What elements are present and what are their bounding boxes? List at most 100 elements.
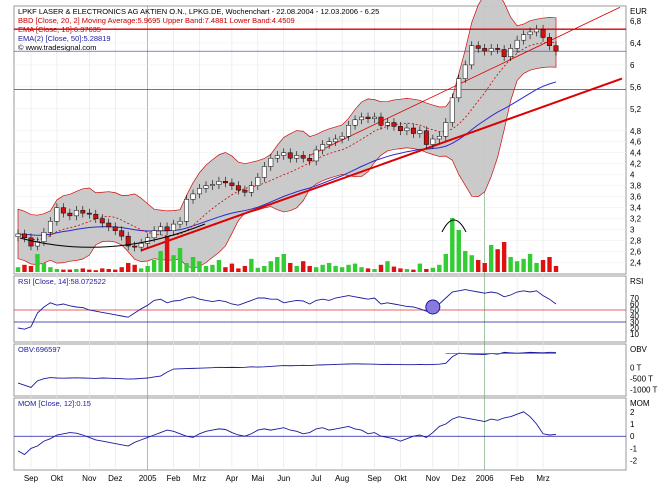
x-axis-label: 2006 — [476, 474, 494, 483]
volume-bar — [145, 266, 150, 272]
candle-body — [203, 185, 209, 189]
volume-bar — [404, 269, 410, 272]
volume-bar — [547, 257, 552, 272]
candle-body — [339, 136, 345, 140]
candle-body — [112, 226, 118, 231]
candle-body — [138, 243, 144, 248]
price-chart-title: LPKF LASER & ELECTRONICS AG AKTIEN O.N.,… — [18, 7, 379, 16]
mom-legend: MOM [Close, 12]:0.15 — [18, 399, 91, 408]
panel-tick-label: 10 — [630, 330, 639, 339]
candle-body — [274, 155, 280, 159]
panel-tick-label: 1 — [630, 420, 635, 429]
panel-tick-label: 2 — [630, 408, 635, 417]
candle-body — [67, 212, 73, 217]
volume-bar — [359, 267, 364, 272]
volume-bar — [41, 263, 47, 272]
x-axis-label: Nov — [82, 474, 96, 483]
candle-body — [54, 207, 60, 222]
candle-body — [540, 28, 546, 38]
volume-bar — [100, 268, 105, 272]
volume-bar — [67, 269, 73, 272]
volume-bar — [28, 266, 34, 272]
candle-body — [47, 221, 53, 233]
volume-bar — [398, 268, 403, 272]
x-axis-label: Mrz — [536, 474, 549, 483]
obv-panel-frame — [13, 343, 627, 397]
volume-bar — [255, 267, 261, 272]
volume-bar — [61, 269, 66, 272]
volume-bar — [456, 230, 461, 272]
x-axis-label: Okt — [394, 474, 407, 483]
volume-bar — [385, 261, 390, 272]
volume-bar — [301, 261, 306, 272]
price-tick-label: 5,2 — [630, 105, 642, 114]
candle-body — [210, 184, 215, 186]
x-axis-label: Dez — [452, 474, 466, 483]
volume-bar — [424, 269, 429, 272]
volume-bar — [514, 261, 520, 272]
volume-bar — [501, 242, 507, 272]
volume-bar — [437, 264, 442, 272]
candle-body — [501, 49, 507, 57]
volume-bar — [74, 269, 79, 272]
candle-body — [281, 152, 287, 156]
price-tick-label: 6 — [630, 61, 635, 70]
candle-body — [132, 245, 138, 248]
volume-bar — [463, 251, 468, 272]
currency-label: EUR — [630, 7, 647, 16]
candle-body — [469, 45, 475, 66]
candle-body — [99, 218, 105, 224]
candle-body — [22, 233, 27, 239]
price-tick-label: 6,4 — [630, 39, 642, 48]
x-axis-label: 2005 — [139, 474, 157, 483]
candle-body — [80, 210, 86, 214]
candle-body — [190, 193, 196, 200]
x-axis-label: Dez — [108, 474, 122, 483]
x-axis-label: Okt — [51, 474, 64, 483]
volume-bar — [132, 264, 137, 272]
price-tick-label: 2,8 — [630, 237, 642, 246]
panel-tick-label: -1000 T — [630, 386, 658, 395]
volume-bar — [171, 255, 176, 272]
volume-bar — [365, 268, 371, 272]
volume-bar — [372, 269, 377, 272]
candle-body — [443, 122, 449, 137]
volume-bar — [242, 266, 248, 272]
volume-bar — [495, 249, 500, 272]
candle-body — [164, 226, 170, 231]
candle-body — [261, 166, 267, 178]
volume-bar — [106, 269, 111, 272]
candle-body — [547, 37, 552, 46]
x-axis-label: Mrz — [193, 474, 206, 483]
volume-bar — [22, 264, 27, 272]
candle-body — [391, 122, 397, 127]
x-axis-label: Sep — [367, 474, 382, 483]
candle-body — [326, 141, 332, 145]
volume-bar — [158, 251, 163, 272]
volume-bar — [488, 245, 494, 272]
candle-body — [527, 31, 533, 35]
candle-body — [378, 116, 384, 126]
volume-bar — [469, 255, 474, 272]
volume-bar — [521, 258, 526, 272]
volume-bar — [313, 267, 319, 272]
candle-body — [177, 221, 183, 225]
candle-body — [248, 185, 254, 193]
candle-body — [385, 122, 390, 126]
chart-stage: LPKF LASER & ELECTRONICS AG AKTIEN O.N.,… — [0, 0, 666, 499]
candle-body — [456, 78, 462, 99]
candle-body — [488, 48, 494, 52]
candle-body — [495, 48, 501, 50]
volume-bar — [346, 264, 351, 272]
candle-body — [430, 138, 436, 145]
candle-body — [119, 230, 125, 237]
volume-bar — [391, 266, 397, 272]
price-tick-label: 2,6 — [630, 248, 642, 257]
volume-bar — [177, 248, 183, 272]
candle-body — [534, 28, 540, 33]
candle-body — [482, 48, 488, 52]
volume-bar — [164, 236, 170, 272]
panel-tick-label: 0 — [630, 432, 635, 441]
candle-body — [508, 48, 514, 57]
price-tick-label: 4,4 — [630, 149, 642, 158]
